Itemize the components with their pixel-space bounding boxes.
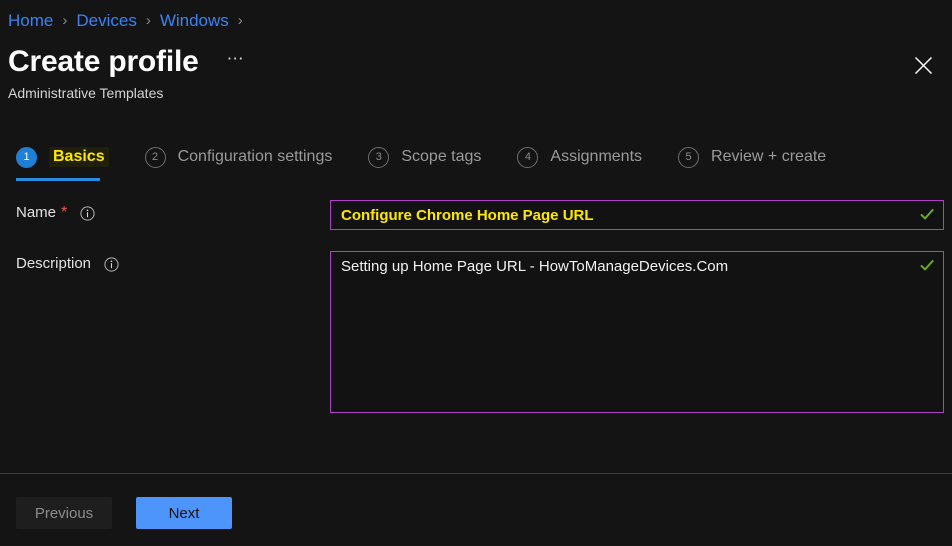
tab-step-number: 3 [368, 146, 390, 168]
page-header: Create profile ⋯ [8, 43, 250, 81]
form-row-name: Name * Configure Chrome Home Page URL [16, 200, 952, 230]
breadcrumb: Home › Devices › Windows › [8, 10, 252, 32]
breadcrumb-item-devices[interactable]: Devices [76, 10, 136, 32]
close-icon [914, 56, 933, 75]
description-label: Description [16, 255, 92, 272]
tab-review-create[interactable]: 5 Review + create [678, 140, 826, 174]
description-textarea[interactable]: Setting up Home Page URL - HowToManageDe… [330, 251, 944, 413]
previous-button[interactable]: Previous [16, 497, 112, 529]
next-button[interactable]: Next [136, 497, 232, 529]
breadcrumb-separator-icon: › [145, 12, 151, 29]
more-options-icon[interactable]: ⋯ [223, 45, 250, 79]
tab-step-number: 5 [678, 146, 700, 168]
breadcrumb-separator-icon: › [62, 12, 68, 29]
tab-label: Scope tags [401, 148, 482, 165]
name-input-value: Configure Chrome Home Page URL [341, 207, 594, 224]
tab-step-number: 1 [16, 146, 37, 168]
name-label-group: Name * [16, 200, 330, 226]
description-label-group: Description [16, 251, 330, 277]
checkmark-icon [919, 257, 935, 273]
tab-step-number: 2 [144, 146, 166, 168]
name-label: Name [16, 204, 57, 221]
form-row-description: Description Setting up Home Page URL - H… [16, 251, 952, 413]
breadcrumb-item-home[interactable]: Home [8, 10, 53, 32]
footer-actions: Previous Next [16, 497, 232, 529]
footer-divider [0, 473, 952, 474]
page-title: Create profile [8, 45, 199, 78]
tab-basics[interactable]: 1 Basics [16, 140, 109, 181]
description-textarea-value: Setting up Home Page URL - HowToManageDe… [341, 258, 729, 275]
tab-step-number: 4 [517, 146, 539, 168]
checkmark-icon [919, 206, 935, 222]
tab-label: Review + create [711, 148, 827, 165]
info-icon[interactable] [80, 205, 95, 221]
tab-configuration-settings[interactable]: 2 Configuration settings [144, 140, 333, 174]
page-subtitle: Administrative Templates [8, 85, 164, 101]
tab-label: Configuration settings [177, 148, 333, 165]
tab-assignments[interactable]: 4 Assignments [517, 140, 642, 174]
tab-label: Assignments [550, 148, 643, 165]
tab-label: Basics [49, 147, 109, 167]
name-input[interactable]: Configure Chrome Home Page URL [330, 200, 944, 230]
wizard-tabs: 1 Basics 2 Configuration settings 3 Scop… [16, 140, 952, 186]
tab-active-indicator [16, 178, 100, 181]
required-marker: * [61, 204, 68, 221]
breadcrumb-item-windows[interactable]: Windows [160, 10, 229, 32]
tab-scope-tags[interactable]: 3 Scope tags [368, 140, 481, 174]
breadcrumb-separator-icon: › [237, 12, 243, 29]
close-button[interactable] [906, 48, 940, 82]
info-icon[interactable] [104, 256, 119, 272]
